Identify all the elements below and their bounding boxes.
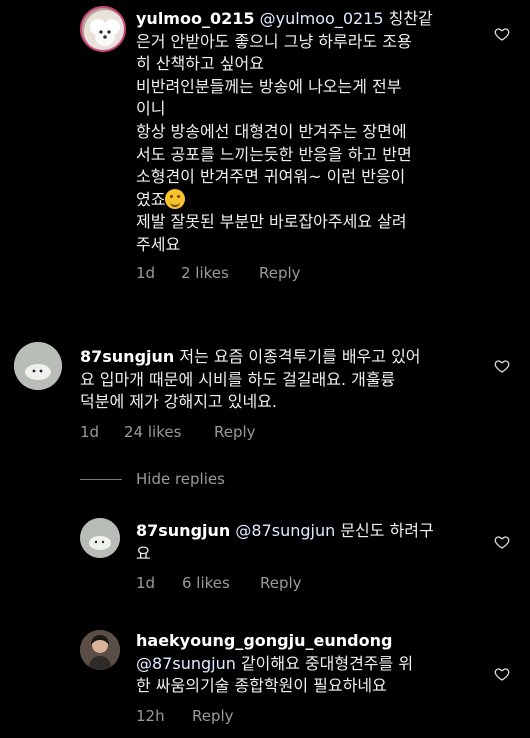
comment-username[interactable]: yulmoo_0215 <box>136 9 255 28</box>
comment-body: haekyoung_gongju_eundong @87sungjun 같이해요… <box>136 630 486 725</box>
comment-text: 87sungjun @87sungjun 문신도 하려구 요 <box>136 520 486 565</box>
reply-button[interactable]: Reply <box>259 264 301 282</box>
avatar[interactable] <box>80 6 126 52</box>
comment-meta: 1d 2 likes Reply <box>136 264 486 282</box>
reply-button[interactable]: Reply <box>214 423 256 441</box>
comment-meta: 1d 6 likes Reply <box>136 574 486 592</box>
comment-mention[interactable]: @yulmoo_0215 <box>260 9 384 28</box>
comment-text: 87sungjun 저는 요즘 이종격투기를 배우고 있어 요 입마개 때문에 … <box>80 346 490 414</box>
heart-icon[interactable] <box>494 358 510 374</box>
comment-meta: 1d 24 likes Reply <box>80 423 490 441</box>
comment-mention[interactable]: @87sungjun <box>235 521 335 540</box>
comment-likes[interactable]: 24 likes <box>124 423 214 441</box>
dog-avatar-icon <box>14 342 62 390</box>
comment-2: 87sungjun 저는 요즘 이종격투기를 배우고 있어 요 입마개 때문에 … <box>0 330 530 450</box>
heart-icon[interactable] <box>494 534 510 550</box>
comment-line: 저는 요즘 이종격투기를 배우고 있어 <box>174 347 421 366</box>
comment-line: 요 입마개 때문에 시비를 하도 걸길래요. 개훌륭 <box>80 369 396 389</box>
comment-line: 서도 공포를 느끼는듯한 반응을 하고 반면 <box>136 144 412 164</box>
comment-username[interactable]: 87sungjun <box>136 521 230 540</box>
person-avatar-icon <box>80 630 120 670</box>
comment-time: 1d <box>80 422 100 441</box>
comment-line: 은거 안받아도 좋으니 그냥 하루라도 조용 <box>136 31 412 51</box>
comment-line: 제발 잘못된 부분만 바로잡아주세요 살려 <box>136 212 407 232</box>
comment-body: yulmoo_0215 @yulmoo_0215 칭찬같 은거 안받아도 좋으니… <box>136 8 486 282</box>
comment-line: 비반려인분들께는 방송에 나오는게 전부 <box>136 76 402 96</box>
comment-line: 한 싸움의기술 종합학원이 필요하네요 <box>136 676 387 696</box>
heart-icon[interactable] <box>494 666 510 682</box>
avatar[interactable] <box>80 630 120 670</box>
dog-avatar-icon <box>84 10 124 50</box>
comment-likes[interactable]: 2 likes <box>181 264 259 282</box>
comment-likes[interactable]: 6 likes <box>182 574 260 592</box>
comment-mention[interactable]: @87sungjun <box>136 654 236 673</box>
comment-meta: 12h Reply <box>136 707 486 725</box>
comment-line: 칭찬같 <box>383 9 433 28</box>
avatar[interactable] <box>80 518 120 558</box>
comment-text: haekyoung_gongju_eundong @87sungjun 같이해요… <box>136 630 486 698</box>
comment-line: 요 <box>136 543 151 563</box>
grinning-sweat-emoji-icon <box>165 188 186 209</box>
hide-replies-button[interactable]: Hide replies <box>80 470 225 488</box>
comment-line: 덕분에 제가 강해지고 있네요. <box>80 392 277 412</box>
divider <box>80 478 122 480</box>
dog-avatar-icon <box>80 518 120 558</box>
comment-body: 87sungjun 저는 요즘 이종격투기를 배우고 있어 요 입마개 때문에 … <box>80 346 490 441</box>
comment-line: 문신도 하려구 <box>335 521 434 540</box>
reply-button[interactable]: Reply <box>260 574 302 592</box>
comment-username[interactable]: 87sungjun <box>80 347 174 366</box>
hide-replies-label[interactable]: Hide replies <box>136 470 225 488</box>
comment-body: 87sungjun @87sungjun 문신도 하려구 요 1d 6 like… <box>136 520 486 592</box>
avatar[interactable] <box>14 342 62 390</box>
reply-button[interactable]: Reply <box>192 707 234 725</box>
comment-text: yulmoo_0215 @yulmoo_0215 칭찬같 은거 안받아도 좋으니… <box>136 8 486 257</box>
comment-time: 12h <box>136 706 165 725</box>
comment-username[interactable]: haekyoung_gongju_eundong <box>136 631 392 650</box>
comment-line: 같이해요 중대형견주를 위 <box>235 653 414 673</box>
comment-1: yulmoo_0215 @yulmoo_0215 칭찬같 은거 안받아도 좋으니… <box>0 0 530 310</box>
comment-line: 소형견이 반겨주면 귀여워~ 이런 반응이 <box>136 167 406 187</box>
comment-line: 이니 <box>136 99 166 119</box>
reply-1: 87sungjun @87sungjun 문신도 하려구 요 1d 6 like… <box>0 508 530 608</box>
heart-icon[interactable] <box>494 26 510 42</box>
comment-line: 였죠 <box>136 189 166 209</box>
comment-time: 1d <box>136 263 156 282</box>
comment-line: 주세요 <box>136 234 181 254</box>
comment-time: 1d <box>136 574 156 593</box>
reply-2: haekyoung_gongju_eundong @87sungjun 같이해요… <box>0 624 530 738</box>
comment-line: 히 산책하고 싶어요 <box>136 54 264 74</box>
comment-line: 항상 방송에선 대형견이 반겨주는 장면에 <box>136 121 407 141</box>
